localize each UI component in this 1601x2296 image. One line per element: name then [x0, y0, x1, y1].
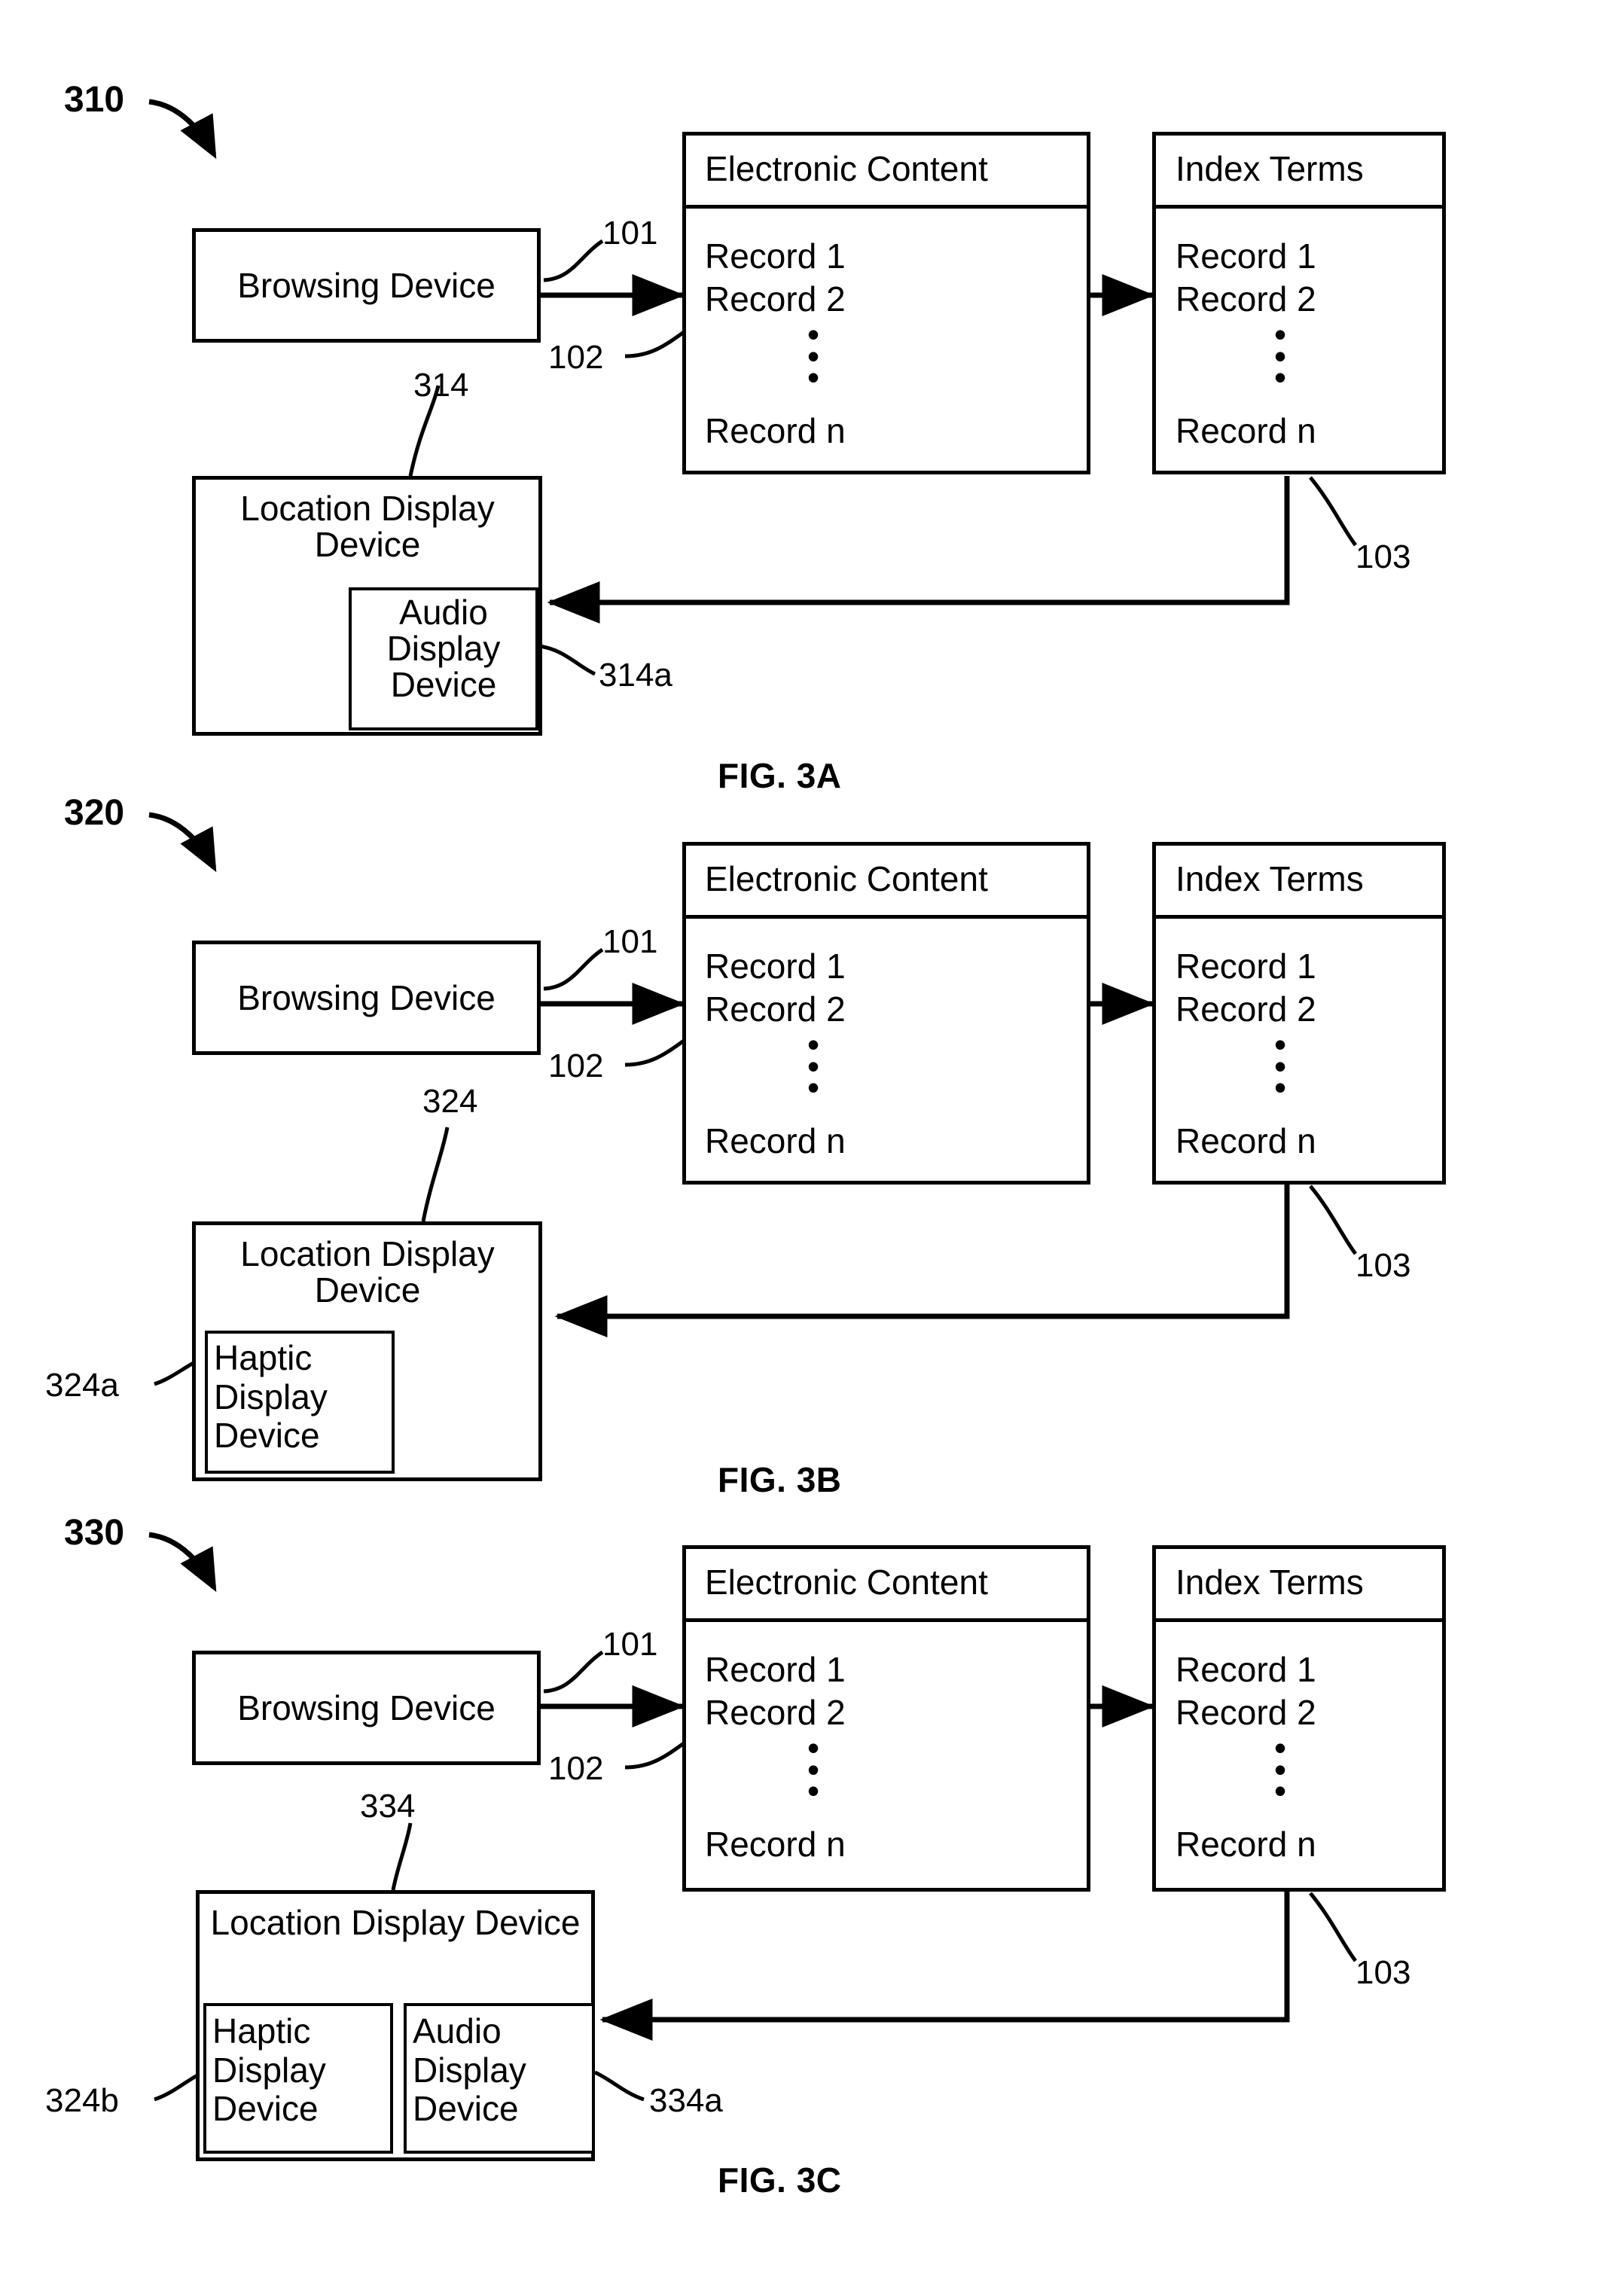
record-2-index-3c: Record 2 [1176, 1693, 1316, 1732]
figure-number-330: 330 [64, 1513, 125, 1553]
haptic-display-device-label-3b: Haptic Display Device [214, 1338, 328, 1456]
leader-103-3c [1309, 1892, 1358, 1962]
ref-314: 314 [413, 367, 469, 404]
ref-314a: 314a [599, 657, 672, 694]
record-2-index-3a: Record 2 [1176, 279, 1316, 319]
leader-334a-3c [593, 2070, 645, 2102]
leader-103-3b [1309, 1185, 1358, 1255]
index-terms-title-3b: Index Terms [1176, 859, 1364, 898]
ref-101-3c: 101 [602, 1626, 658, 1663]
ref-102-3a: 102 [548, 339, 604, 376]
vertical-dots-content-3a: • • • [807, 315, 820, 398]
record-2-content-3b: Record 2 [705, 989, 846, 1029]
record-1-index-3c: Record 1 [1176, 1650, 1316, 1689]
location-display-device-label-3b: Location Display Device [240, 1234, 495, 1310]
leader-103-3a [1309, 476, 1358, 547]
record-1-index-3b: Record 1 [1176, 947, 1316, 986]
browsing-device-label-3c: Browsing Device [237, 1688, 496, 1727]
vertical-dots-content-3b: • • • [807, 1025, 820, 1108]
ref-324a: 324a [45, 1367, 119, 1404]
electronic-content-title-3b: Electronic Content [705, 859, 988, 898]
haptic-display-device-label-3c: Haptic Display Device [212, 2011, 326, 2129]
record-1-content-3a: Record 1 [705, 236, 846, 276]
figure-number-320: 320 [64, 793, 125, 833]
feedback-path-103-3b [554, 1185, 1290, 1337]
figure-caption-3a: FIG. 3A [718, 756, 842, 795]
figure-caption-3b: FIG. 3B [718, 1460, 842, 1499]
ref-102-3c: 102 [548, 1750, 604, 1787]
fig-330-curve-arrow [148, 1532, 217, 1593]
ref-334a: 334a [649, 2082, 723, 2119]
record-n-index-3a: Record n [1176, 411, 1316, 450]
ref-103-3b: 103 [1356, 1247, 1411, 1284]
location-display-device-label-3c: Location Display Device [210, 1903, 581, 1942]
leader-324-3b [421, 1127, 450, 1222]
record-1-index-3a: Record 1 [1176, 236, 1316, 276]
feedback-path-103-3a [547, 476, 1290, 624]
record-2-index-3b: Record 2 [1176, 989, 1316, 1029]
leader-334-3c [391, 1822, 413, 1891]
vertical-dots-content-3c: • • • [807, 1728, 820, 1811]
ref-102-3b: 102 [548, 1047, 604, 1084]
ref-101-3a: 101 [602, 215, 658, 252]
figure-caption-3c: FIG. 3C [718, 2160, 842, 2200]
location-display-device-label-3a: Location Display Device [240, 489, 495, 564]
audio-display-device-label-3a: Audio Display Device [386, 593, 501, 704]
leader-102-3b [624, 1033, 693, 1067]
electronic-content-title-3a: Electronic Content [705, 149, 988, 188]
ref-103-3c: 103 [1356, 1954, 1411, 1991]
record-n-index-3b: Record n [1176, 1121, 1316, 1160]
audio-display-device-label-3c: Audio Display Device [413, 2011, 526, 2129]
record-2-content-3a: Record 2 [705, 279, 846, 319]
ref-334: 334 [360, 1788, 416, 1825]
patent-figure-sheet: 310 Browsing Device 314 Electronic Conte… [0, 0, 1601, 2296]
vertical-dots-index-3b: • • • [1273, 1025, 1287, 1108]
ref-324: 324 [422, 1083, 478, 1120]
browsing-device-label-3a: Browsing Device [237, 266, 496, 305]
record-1-content-3b: Record 1 [705, 947, 846, 986]
fig-320-curve-arrow [148, 812, 217, 873]
vertical-dots-index-3a: • • • [1273, 315, 1287, 398]
ref-324b: 324b [45, 2082, 119, 2119]
record-n-content-3c: Record n [705, 1825, 846, 1864]
feedback-path-103-3c [599, 1892, 1290, 2041]
index-terms-title-3a: Index Terms [1176, 149, 1364, 188]
leader-102-3a [624, 325, 693, 358]
fig-310-curve-arrow [148, 99, 217, 160]
ref-103-3a: 103 [1356, 538, 1411, 575]
record-n-content-3a: Record n [705, 411, 846, 450]
record-2-content-3c: Record 2 [705, 1693, 846, 1732]
record-n-content-3b: Record n [705, 1121, 846, 1160]
record-1-content-3c: Record 1 [705, 1650, 846, 1689]
leader-101-3c [543, 1650, 604, 1694]
leader-314a-3a [538, 644, 596, 676]
browsing-device-label-3b: Browsing Device [237, 978, 496, 1017]
leader-101-3b [543, 947, 604, 991]
ref-101-3b: 101 [602, 923, 658, 960]
leader-101-3a [543, 239, 604, 282]
vertical-dots-index-3c: • • • [1273, 1728, 1287, 1811]
index-terms-title-3c: Index Terms [1176, 1563, 1364, 1602]
figure-number-310: 310 [64, 80, 125, 120]
leader-102-3c [624, 1736, 693, 1770]
electronic-content-title-3c: Electronic Content [705, 1563, 988, 1602]
record-n-index-3c: Record n [1176, 1825, 1316, 1864]
